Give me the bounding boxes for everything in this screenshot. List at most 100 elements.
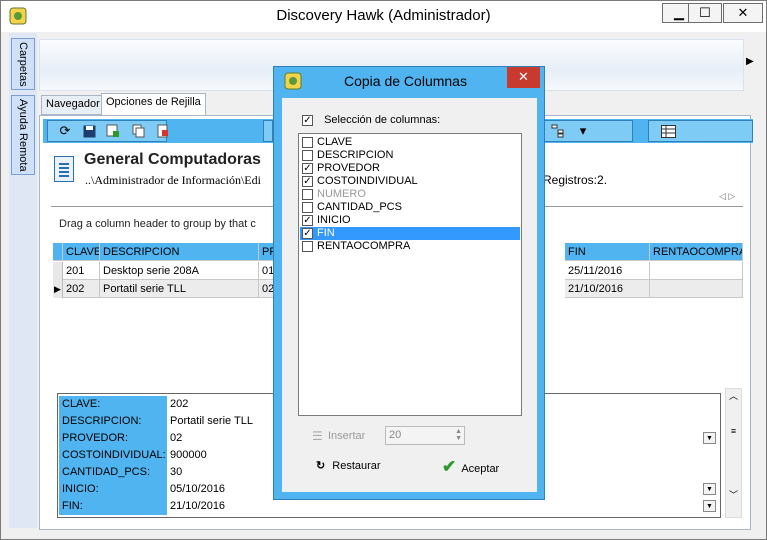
select-all-row[interactable]: ✓ Selección de columnas: — [302, 114, 440, 126]
detail-value[interactable]: 02 — [170, 430, 182, 447]
column-checkbox[interactable]: ✓ — [302, 227, 313, 239]
column-checkbox[interactable] — [302, 188, 313, 200]
spinner-arrows-icon[interactable]: ▲ ▼ — [455, 428, 462, 442]
scroll-down-icon[interactable]: ﹀ — [726, 488, 741, 501]
group-by-hint: Drag a column header to group by that c — [59, 218, 256, 230]
column-label: INICIO — [317, 214, 351, 226]
column-label: COSTOINDIVIDUAL — [317, 175, 418, 187]
detail-label: FIN: — [59, 498, 167, 515]
detail-label: CLAVE: — [59, 396, 167, 413]
detail-label: DESCRIPCION: — [59, 413, 167, 430]
scroll-up-icon[interactable]: ︿ — [726, 389, 741, 402]
detail-value[interactable]: Portatil serie TLL — [170, 413, 253, 430]
insert-count-value: 20 — [389, 429, 402, 441]
detail-value[interactable]: 21/10/2016 — [170, 498, 225, 515]
detail-label: COSTOINDIVIDUAL: — [59, 447, 167, 464]
column-checkbox[interactable] — [302, 136, 313, 148]
refresh-icon[interactable]: ⟳ — [55, 121, 75, 141]
dropdown-arrow-icon[interactable]: ▼ — [703, 432, 716, 444]
dialog-close-button[interactable]: ✕ — [507, 67, 540, 88]
breadcrumb: ..\Administrador de Información\Edi — [85, 173, 261, 187]
dropdown-arrow-icon[interactable]: ▼ — [703, 483, 716, 495]
column-list-item[interactable]: ✓ INICIO — [300, 214, 520, 227]
column-label: CANTIDAD_PCS — [317, 201, 402, 213]
column-checkbox[interactable] — [302, 149, 313, 161]
detail-label: PROVEDOR: — [59, 430, 167, 447]
sidebar-tab-carpetas[interactable]: Carpetas — [11, 38, 35, 90]
detail-value[interactable]: 05/10/2016 — [170, 481, 225, 498]
tab-opciones-de-rejilla[interactable]: Opciones de Rejilla — [101, 93, 206, 115]
scroll-grip-icon[interactable]: ≡ — [726, 426, 741, 436]
column-header-fin[interactable]: FIN — [565, 243, 650, 261]
page-title: General Computadoras — [84, 151, 261, 168]
restore-button[interactable]: ↻ Restaurar — [316, 459, 381, 472]
table-cell[interactable]: 201 — [63, 262, 100, 280]
column-label: RENTAOCOMPRA — [317, 240, 411, 252]
sidebar-tab-ayuda-remota[interactable]: Ayuda Remota — [11, 95, 35, 175]
dropdown-arrow-icon[interactable]: ▼ — [703, 500, 716, 512]
export-icon[interactable] — [103, 121, 123, 141]
column-list-item[interactable]: NUMERO — [300, 188, 520, 201]
column-header-clave[interactable]: CLAVE — [63, 243, 100, 261]
column-label: CLAVE — [317, 136, 353, 148]
column-list-item[interactable]: ✓ PROVEDOR — [300, 162, 520, 175]
column-checkbox[interactable] — [302, 201, 313, 213]
column-list-item[interactable]: ✓ FIN — [300, 227, 520, 240]
column-label: NUMERO — [317, 188, 366, 200]
accept-button[interactable]: ✔ Aceptar — [442, 457, 499, 477]
column-label: FIN — [317, 227, 335, 239]
detail-label: CANTIDAD_PCS: — [59, 464, 167, 481]
app-logo-icon — [284, 72, 302, 90]
toolbar-group — [263, 120, 273, 142]
table-cell[interactable]: 202 — [63, 280, 100, 298]
column-label: PROVEDOR — [317, 162, 380, 174]
column-header-descripcion[interactable]: DESCRIPCION — [100, 243, 259, 261]
table-cell[interactable]: 25/11/2016 — [565, 262, 650, 280]
column-checkbox[interactable] — [302, 240, 313, 252]
add-document-icon[interactable] — [153, 121, 173, 141]
checkmark-icon: ✔ — [442, 457, 457, 476]
close-button[interactable]: ✕ — [723, 3, 763, 23]
scroll-arrows-icon[interactable]: ◁ ▷ — [719, 191, 735, 202]
column-list-item[interactable]: RENTAOCOMPRA — [300, 240, 520, 253]
insert-icon: ☰ — [312, 429, 323, 443]
insert-label: Insertar — [328, 430, 366, 442]
dialog-body: ✓ Selección de columnas: CLAVE DESCRIPCIO… — [282, 98, 537, 492]
title-bar: Discovery Hawk (Administrador) ▁ ☐ ✕ — [1, 1, 766, 32]
table-cell[interactable]: Portatil serie TLL — [100, 280, 259, 298]
record-count: Registros:2. — [543, 173, 608, 187]
detail-value[interactable]: 202 — [170, 396, 188, 413]
column-checkbox[interactable]: ✓ — [302, 162, 313, 174]
maximize-button[interactable]: ☐ — [688, 3, 722, 23]
tab-navegador[interactable]: Navegador — [41, 95, 105, 115]
accept-label: Aceptar — [461, 463, 500, 475]
detail-scrollbar[interactable]: ︿ ≡ ﹀ — [725, 388, 742, 518]
column-list-item[interactable]: CLAVE — [300, 136, 520, 149]
tree-view-icon[interactable] — [548, 121, 568, 141]
ribbon-expand-icon[interactable]: ▶ — [746, 56, 754, 67]
table-cell[interactable]: Desktop serie 208A — [100, 262, 259, 280]
dropdown-icon[interactable]: ▾ — [573, 121, 593, 141]
column-list-item[interactable]: ✓ COSTOINDIVIDUAL — [300, 175, 520, 188]
column-list[interactable]: CLAVE DESCRIPCION ✓ PROVEDOR ✓ COSTOINDIVIDUA… — [298, 133, 522, 416]
column-list-item[interactable]: DESCRIPCION — [300, 149, 520, 162]
detail-value[interactable]: 30 — [170, 464, 182, 481]
copy-icon[interactable] — [129, 121, 149, 141]
select-all-checkbox[interactable]: ✓ — [302, 114, 313, 126]
table-cell[interactable] — [650, 262, 743, 280]
save-icon[interactable] — [79, 121, 99, 141]
column-list-item[interactable]: CANTIDAD_PCS — [300, 201, 520, 214]
grid-settings-icon[interactable] — [658, 121, 678, 141]
left-sidebar: Carpetas Ayuda Remota — [9, 33, 37, 528]
column-checkbox[interactable]: ✓ — [302, 175, 313, 187]
dialog-title-bar[interactable]: Copia de Columnas ✕ — [274, 67, 544, 95]
column-header-rentaocompra[interactable]: RENTAOCOMPRA — [650, 243, 743, 261]
table-cell[interactable] — [650, 280, 743, 298]
document-icon — [54, 156, 74, 182]
insert-count-spinner[interactable]: 20 ▲ ▼ — [385, 426, 465, 445]
column-checkbox[interactable]: ✓ — [302, 214, 313, 226]
detail-value[interactable]: 900000 — [170, 447, 207, 464]
table-cell[interactable]: 21/10/2016 — [565, 280, 650, 298]
current-row-indicator-icon[interactable]: ▶ — [53, 280, 63, 298]
row-indicator[interactable] — [53, 262, 63, 280]
